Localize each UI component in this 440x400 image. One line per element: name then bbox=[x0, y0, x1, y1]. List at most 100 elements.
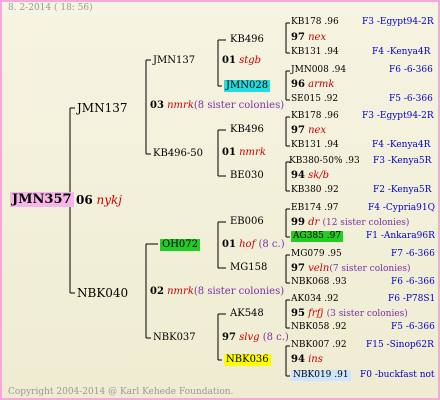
g4-7-top[interactable]: AK034 .92 bbox=[291, 295, 339, 304]
g4-4-gen: 94 bbox=[291, 170, 305, 181]
g3-node-2[interactable]: JMN028 bbox=[224, 80, 271, 92]
g2-label-a: stgb bbox=[239, 55, 262, 66]
g4-2-gen: 96 bbox=[291, 79, 305, 90]
g4-5-label: dr bbox=[308, 217, 320, 228]
g2-node-c[interactable]: OH072 bbox=[160, 239, 201, 251]
g2-gen-d: 97 bbox=[222, 332, 236, 343]
root-label: nykj bbox=[96, 193, 123, 207]
g4-7-label: frfj bbox=[308, 308, 324, 319]
g2-label-b: nmrk bbox=[239, 147, 266, 158]
g4-1-bot-src: F4 -Kenya4R bbox=[372, 47, 431, 57]
g4-1-top-src: F3 -Egypt94-2R bbox=[362, 17, 434, 27]
g2-node-a[interactable]: JMN137 bbox=[153, 56, 195, 66]
g3-node-8[interactable]: NBK036 bbox=[224, 354, 271, 366]
g2-info-d: 97 slvg (8 c.) bbox=[222, 333, 289, 343]
g4-6-mid: 97 veln(7 sister colonies) bbox=[291, 264, 411, 274]
g3-node-3[interactable]: KB496 bbox=[230, 125, 264, 135]
dam-node[interactable]: NBK040 bbox=[77, 287, 128, 299]
g4-6-top[interactable]: MG079 .95 bbox=[291, 250, 342, 259]
g4-6-bot[interactable]: NBK068 .93 bbox=[291, 278, 347, 287]
g4-2-mid: 96 armk bbox=[291, 80, 334, 90]
date-stamp: 8. 2-2014 ( 18: 56) bbox=[8, 3, 93, 13]
g4-3-top[interactable]: KB178 .96 bbox=[291, 112, 339, 121]
g2-label-d: slvg bbox=[239, 332, 260, 343]
g4-7-mid: 95 frfj (3 sister colonies) bbox=[291, 309, 408, 319]
g3-node-4[interactable]: BE030 bbox=[230, 171, 264, 181]
g2-extra-c: (8 c.) bbox=[258, 239, 285, 250]
root-info: 06 nykj bbox=[76, 194, 122, 206]
g4-2-bot-src: F5 -6-366 bbox=[389, 94, 433, 104]
sire-node[interactable]: JMN137 bbox=[77, 102, 128, 114]
g4-4-bot-src: F2 -Kenya5R bbox=[373, 185, 432, 195]
g2-node-d[interactable]: NBK037 bbox=[153, 333, 196, 343]
g4-8-top[interactable]: NBK007 .92 bbox=[291, 341, 347, 350]
g4-8-mid: 94 ins bbox=[291, 355, 323, 365]
g4-3-bot[interactable]: KB131 .94 bbox=[291, 141, 339, 150]
g4-5-bot[interactable]: AG385 .97 bbox=[291, 231, 344, 242]
g4-6-bot-src: F6 -6-366 bbox=[391, 277, 435, 287]
g4-6-top-src: F7 -6-366 bbox=[391, 249, 435, 259]
g2-node-b[interactable]: KB496-50 bbox=[153, 149, 203, 159]
g4-1-bot[interactable]: KB131 .94 bbox=[291, 48, 339, 57]
sire-extra: (8 sister colonies) bbox=[193, 100, 285, 111]
dam-extra: (8 sister colonies) bbox=[193, 286, 285, 297]
g4-3-bot-src: F4 -Kenya4R bbox=[372, 140, 431, 150]
g4-3-mid: 97 nex bbox=[291, 126, 326, 136]
g4-5-gen: 99 bbox=[291, 217, 305, 228]
dam-gen: 02 bbox=[150, 286, 164, 297]
g4-6-gen: 97 bbox=[291, 263, 305, 274]
g4-7-gen: 95 bbox=[291, 308, 305, 319]
g4-8-top-src: F15 -Sinop62R bbox=[366, 340, 434, 350]
g4-7-top-src: F6 -P78S1 bbox=[388, 294, 436, 304]
g4-2-top[interactable]: JMN008 .94 bbox=[291, 66, 346, 75]
sire-label: nmrk bbox=[167, 100, 194, 111]
g4-2-label: armk bbox=[308, 79, 335, 90]
g4-7-bot[interactable]: NBK058 .92 bbox=[291, 323, 347, 332]
g4-2-bot[interactable]: SE015 .92 bbox=[291, 95, 338, 104]
g4-3-label: nex bbox=[308, 125, 327, 136]
g4-1-mid: 97 nex bbox=[291, 33, 326, 43]
g4-3-gen: 97 bbox=[291, 125, 305, 136]
g4-5-extra: (12 sister colonies) bbox=[322, 218, 410, 228]
root-node[interactable]: JMN357 bbox=[10, 192, 74, 207]
sire-info: 03 nmrk(8 sister colonies) bbox=[150, 101, 284, 111]
g4-5-bot-src: F1 -Ankara96R bbox=[366, 231, 435, 241]
g2-gen-b: 01 bbox=[222, 147, 236, 158]
g4-6-label: veln bbox=[308, 263, 330, 274]
g4-4-bot[interactable]: KB380 .92 bbox=[291, 186, 339, 195]
g4-8-label: ins bbox=[308, 354, 323, 365]
g4-4-label: sk/b bbox=[308, 170, 330, 181]
copyright: Copyright 2004-2014 @ Karl Kehede Founda… bbox=[8, 387, 234, 397]
g4-6-extra: (7 sister colonies) bbox=[329, 264, 411, 274]
g4-4-top[interactable]: KB380-50% .93 bbox=[289, 157, 360, 166]
g4-4-top-src: F3 -Kenya5R bbox=[373, 156, 432, 166]
g4-7-extra: (3 sister colonies) bbox=[326, 309, 408, 319]
g4-1-gen: 97 bbox=[291, 32, 305, 43]
g3-node-7[interactable]: AK548 bbox=[230, 309, 264, 319]
g4-2-top-src: F6 -6-366 bbox=[389, 65, 433, 75]
g2-gen-c: 01 bbox=[222, 239, 236, 250]
g4-1-top[interactable]: KB178 .96 bbox=[291, 18, 339, 27]
g2-label-c: hof bbox=[239, 239, 256, 250]
g2-info-a: 01 stgb bbox=[222, 56, 261, 66]
g2-info-b: 01 nmrk bbox=[222, 148, 266, 158]
g3-node-5[interactable]: EB006 bbox=[230, 217, 264, 227]
g4-5-top-src: F4 -Cypria91Q bbox=[368, 203, 435, 213]
g3-node-6[interactable]: MG158 bbox=[230, 263, 267, 273]
g3-node-1[interactable]: KB496 bbox=[230, 35, 264, 45]
g2-extra-d: (8 c.) bbox=[262, 332, 289, 343]
g4-3-top-src: F3 -Egypt94-2R bbox=[362, 111, 434, 121]
dam-label: nmrk bbox=[167, 286, 194, 297]
g2-info-c: 01 hof (8 c.) bbox=[222, 240, 285, 250]
g4-7-bot-src: F5 -6-366 bbox=[391, 322, 435, 332]
g4-8-bot[interactable]: NBK019 .91 bbox=[291, 370, 351, 381]
g4-5-top[interactable]: EB174 .97 bbox=[291, 204, 339, 213]
sire-gen: 03 bbox=[150, 100, 164, 111]
g4-1-label: nex bbox=[308, 32, 327, 43]
g4-8-gen: 94 bbox=[291, 354, 305, 365]
g2-gen-a: 01 bbox=[222, 55, 236, 66]
g4-4-mid: 94 sk/b bbox=[291, 171, 329, 181]
root-gen: 06 bbox=[76, 193, 93, 207]
g4-8-bot-src: F0 -buckfast not bbox=[360, 370, 435, 380]
g4-5-mid: 99 dr (12 sister colonies) bbox=[291, 218, 409, 228]
